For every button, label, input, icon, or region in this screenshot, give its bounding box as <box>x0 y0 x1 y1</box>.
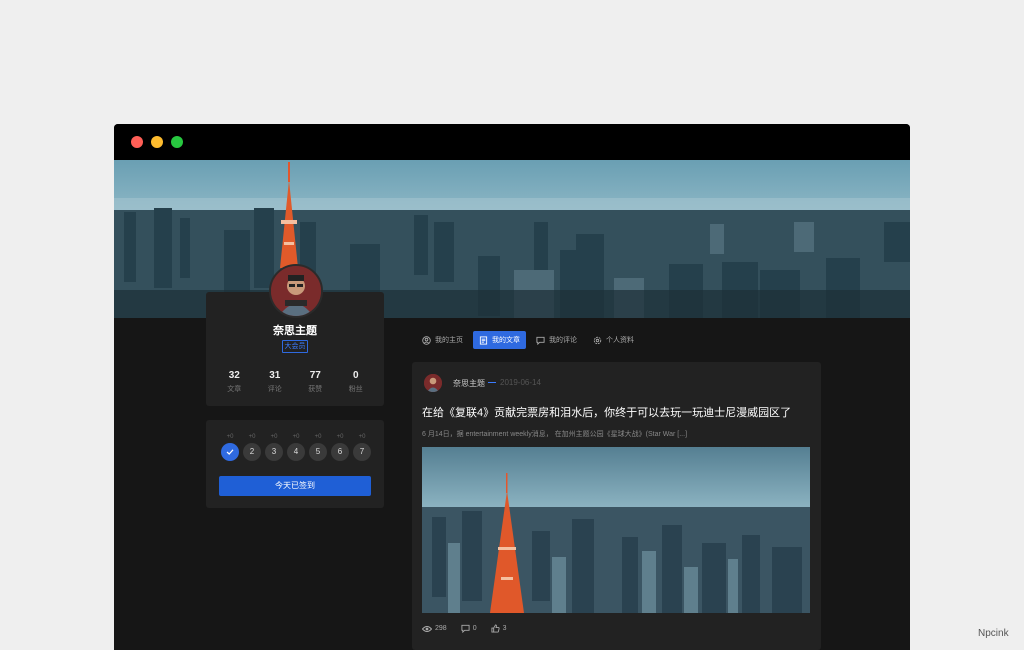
checkin-day-7: +0 7 <box>353 434 371 461</box>
day-points: +0 <box>226 434 234 440</box>
user-circle-icon <box>422 335 431 345</box>
checkin-day-1: +0 <box>221 434 239 461</box>
avatar[interactable] <box>269 264 323 318</box>
stat-comments[interactable]: 31 评论 <box>256 370 294 394</box>
day-points: +0 <box>248 434 256 440</box>
checkin-card: +0 +0 2 +0 3 +0 4 +0 5 +0 6 +0 7 今天已签到 <box>206 420 384 508</box>
tab-comments[interactable]: 我的评论 <box>530 331 583 349</box>
views-count: 298 <box>422 624 447 633</box>
comment-icon <box>461 624 470 633</box>
comment-icon <box>536 336 545 345</box>
profile-tabs: 我的主页 我的文章 我的评论 个人资料 <box>416 331 644 349</box>
day-points: +0 <box>314 434 322 440</box>
day-points: +0 <box>292 434 300 440</box>
stat-likes[interactable]: 77 获赞 <box>296 370 334 394</box>
browser-window: 奈思主题 大会员 32 文章 31 评论 77 获赞 0 粉丝 +0 +0 2 … <box>114 124 910 650</box>
title-bar <box>114 124 910 160</box>
author-avatar[interactable] <box>424 374 442 392</box>
day-points: +0 <box>336 434 344 440</box>
stat-value: 31 <box>269 370 281 381</box>
checkin-day-6: +0 6 <box>331 434 349 461</box>
close-window-button[interactable] <box>131 136 143 148</box>
stat-articles[interactable]: 32 文章 <box>215 370 253 394</box>
tab-articles[interactable]: 我的文章 <box>473 331 526 349</box>
thumbs-up-icon <box>491 624 500 633</box>
day-number: 3 <box>265 443 283 461</box>
document-icon <box>479 335 488 345</box>
day-number: 6 <box>331 443 349 461</box>
divider <box>488 382 496 383</box>
tab-settings[interactable]: 个人资料 <box>587 331 640 349</box>
checkin-day-3: +0 3 <box>265 434 283 461</box>
likes-value: 3 <box>502 625 507 632</box>
stat-value: 77 <box>309 370 321 381</box>
checkin-day-5: +0 5 <box>309 434 327 461</box>
likes-count[interactable]: 3 <box>491 624 507 633</box>
stat-label: 文章 <box>227 386 242 393</box>
comments-count[interactable]: 0 <box>461 624 477 633</box>
checkin-day-4: +0 4 <box>287 434 305 461</box>
watermark: Npcink <box>978 628 1009 639</box>
article-title[interactable]: 在给《复联4》贡献完票房和泪水后，你终于可以去玩一玩迪士尼漫威园区了 <box>422 404 812 420</box>
day-points: +0 <box>358 434 366 440</box>
comments-value: 0 <box>472 625 477 632</box>
tab-label: 我的评论 <box>549 337 577 344</box>
checkin-day-2: +0 2 <box>243 434 261 461</box>
day-number: 5 <box>309 443 327 461</box>
vip-badge: 大会员 <box>282 340 308 353</box>
day-number: 4 <box>287 443 305 461</box>
article-excerpt: 6 月14日，据 entertainment weekly消息， 在加州主题公园… <box>422 431 688 438</box>
maximize-window-button[interactable] <box>171 136 183 148</box>
article-card: 奈思主题 2019-06-14 在给《复联4》贡献完票房和泪水后，你终于可以去玩… <box>412 362 821 650</box>
day-points: +0 <box>270 434 278 440</box>
article-date: 2019-06-14 <box>500 378 541 387</box>
check-icon <box>221 443 239 461</box>
tab-label: 我的文章 <box>492 337 520 344</box>
article-thumbnail[interactable] <box>422 447 810 613</box>
profile-stats: 32 文章 31 评论 77 获赞 0 粉丝 <box>214 370 376 394</box>
checkin-button[interactable]: 今天已签到 <box>219 476 371 496</box>
stat-value: 32 <box>228 370 240 381</box>
stat-value: 0 <box>352 370 359 381</box>
tab-label: 我的主页 <box>435 337 463 344</box>
gear-icon <box>593 336 602 344</box>
minimize-window-button[interactable] <box>151 136 163 148</box>
tab-home[interactable]: 我的主页 <box>416 331 469 349</box>
stat-label: 粉丝 <box>348 386 363 393</box>
article-meta: 298 0 3 <box>422 624 521 633</box>
stat-label: 获赞 <box>308 386 323 393</box>
article-author[interactable]: 奈思主题 <box>453 378 485 389</box>
stat-followers[interactable]: 0 粉丝 <box>337 370 375 394</box>
stat-label: 评论 <box>267 386 282 393</box>
tab-label: 个人资料 <box>606 337 634 344</box>
views-value: 298 <box>435 625 447 632</box>
day-number: 2 <box>243 443 261 461</box>
profile-username: 奈思主题 <box>273 325 317 337</box>
eye-icon <box>422 625 432 632</box>
day-number: 7 <box>353 443 371 461</box>
